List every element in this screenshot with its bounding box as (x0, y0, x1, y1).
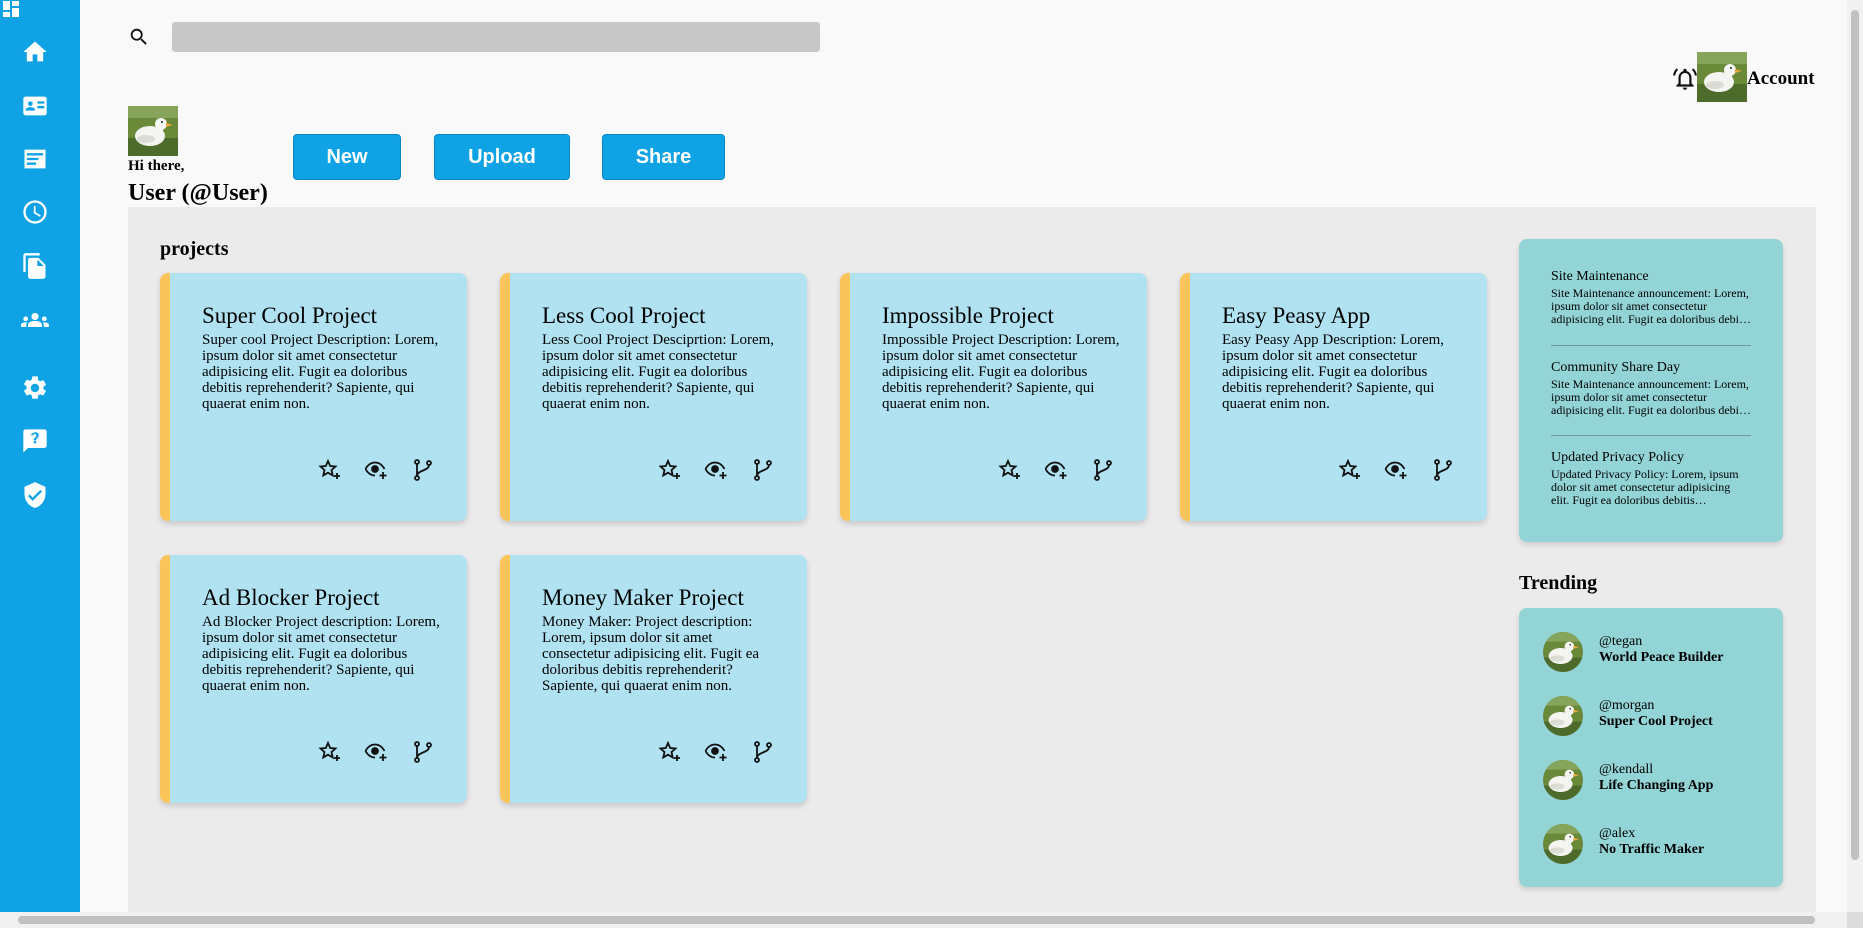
trending-handle: @morgan (1599, 698, 1655, 713)
avatar (1543, 632, 1583, 672)
trending-title: Trending (1519, 572, 1598, 594)
announcement-item[interactable]: Updated Privacy Policy Updated Privacy P… (1551, 450, 1751, 507)
star-add-icon[interactable] (997, 457, 1023, 483)
account-avatar[interactable] (1697, 52, 1747, 102)
project-description: Easy Peasy App Description: Lorem, ipsum… (1222, 332, 1445, 412)
project-title[interactable]: Ad Blocker Project (202, 585, 380, 611)
project-description: Ad Blocker Project description: Lorem, i… (202, 614, 440, 694)
project-description: Super cool Project Description: Lorem, i… (202, 332, 439, 412)
announcement-title: Site Maintenance (1551, 269, 1649, 284)
project-description: Money Maker: Project description: Lorem,… (542, 614, 760, 694)
project-title[interactable]: Money Maker Project (542, 585, 744, 611)
upload-button[interactable]: Upload (434, 134, 570, 180)
documents-icon[interactable] (20, 251, 50, 281)
trending-handle: @kendall (1599, 762, 1654, 777)
watch-add-icon[interactable] (703, 739, 729, 765)
bell-icon[interactable] (1672, 66, 1698, 92)
star-add-icon[interactable] (657, 457, 683, 483)
watch-add-icon[interactable] (1383, 457, 1409, 483)
home-icon[interactable] (20, 37, 50, 67)
project-card[interactable]: Impossible Project Impossible Project Des… (840, 273, 1147, 521)
trending-handle: @tegan (1599, 634, 1643, 649)
announcement-item[interactable]: Site Maintenance Site Maintenance announ… (1551, 269, 1751, 326)
scrollbar-thumb[interactable] (18, 916, 1815, 924)
contact-card-icon[interactable] (20, 91, 50, 121)
watch-add-icon[interactable] (1043, 457, 1069, 483)
star-add-icon[interactable] (317, 739, 343, 765)
trending-item[interactable]: @kendall Life Changing App (1543, 760, 1773, 804)
new-button[interactable]: New (293, 134, 401, 180)
trending-project: World Peace Builder (1599, 650, 1724, 665)
avatar (1543, 824, 1583, 864)
fork-icon[interactable] (750, 457, 776, 483)
fork-icon[interactable] (1090, 457, 1116, 483)
project-title[interactable]: Easy Peasy App (1222, 303, 1370, 329)
search-input[interactable] (172, 22, 820, 52)
trending-item[interactable]: @tegan World Peace Builder (1543, 632, 1773, 676)
share-button[interactable]: Share (602, 134, 725, 180)
trending-item[interactable]: @morgan Super Cool Project (1543, 696, 1773, 740)
sidebar (0, 0, 80, 912)
announcements-panel: Site Maintenance Site Maintenance announ… (1519, 239, 1783, 542)
trending-panel: @tegan World Peace Builder @morgan Super… (1519, 608, 1783, 887)
announcement-title: Community Share Day (1551, 360, 1681, 375)
user-avatar (128, 106, 178, 156)
fork-icon[interactable] (410, 457, 436, 483)
watch-add-icon[interactable] (703, 457, 729, 483)
help-chat-icon[interactable] (20, 426, 50, 456)
trending-project: Life Changing App (1599, 778, 1714, 793)
star-add-icon[interactable] (1337, 457, 1363, 483)
divider (1551, 345, 1751, 346)
projects-section-title: projects (160, 238, 229, 260)
fork-icon[interactable] (1430, 457, 1456, 483)
watch-add-icon[interactable] (363, 739, 389, 765)
greeting-text: Hi there, (128, 158, 185, 174)
scrollbar-corner (1847, 912, 1863, 928)
shield-check-icon[interactable] (20, 480, 50, 510)
divider (1551, 435, 1751, 436)
watch-add-icon[interactable] (363, 457, 389, 483)
gear-icon[interactable] (20, 373, 50, 403)
project-card[interactable]: Super Cool Project Super cool Project Des… (160, 273, 467, 521)
user-name: User (@User) (128, 180, 268, 206)
fork-icon[interactable] (410, 739, 436, 765)
announcement-text: Site Maintenance announcement: Lorem, ip… (1551, 287, 1751, 326)
project-card[interactable]: Money Maker Project Money Maker: Project … (500, 555, 807, 803)
avatar (1543, 760, 1583, 800)
trending-item[interactable]: @alex No Traffic Maker (1543, 824, 1773, 868)
people-icon[interactable] (20, 305, 50, 335)
trending-handle: @alex (1599, 826, 1636, 841)
project-card[interactable]: Easy Peasy App Easy Peasy App Description… (1180, 273, 1487, 521)
project-title[interactable]: Super Cool Project (202, 303, 377, 329)
feed-icon[interactable] (20, 144, 50, 174)
search-icon[interactable] (128, 26, 150, 48)
announcement-title: Updated Privacy Policy (1551, 450, 1684, 465)
star-add-icon[interactable] (657, 739, 683, 765)
star-add-icon[interactable] (317, 457, 343, 483)
project-title[interactable]: Impossible Project (882, 303, 1054, 329)
project-card[interactable]: Less Cool Project Less Cool Project Desci… (500, 273, 807, 521)
project-description: Less Cool Project Desciprtion: Lorem, ip… (542, 332, 775, 412)
trending-project: No Traffic Maker (1599, 842, 1705, 857)
fork-icon[interactable] (750, 739, 776, 765)
scrollbar-thumb[interactable] (1851, 10, 1859, 860)
trending-project: Super Cool Project (1599, 714, 1713, 729)
announcement-text: Updated Privacy Policy: Lorem, ipsum dol… (1551, 468, 1739, 507)
avatar (1543, 696, 1583, 736)
project-description: Impossible Project Description: Lorem, i… (882, 332, 1120, 412)
dashboard-logo-icon[interactable] (3, 1, 21, 19)
history-clock-icon[interactable] (20, 197, 50, 227)
announcement-text: Site Maintenance announcement: Lorem, ip… (1551, 378, 1751, 417)
account-label[interactable]: Account (1747, 68, 1815, 90)
vertical-scrollbar[interactable] (1847, 0, 1863, 912)
horizontal-scrollbar[interactable] (0, 912, 1847, 928)
announcement-item[interactable]: Community Share Day Site Maintenance ann… (1551, 360, 1751, 417)
project-title[interactable]: Less Cool Project (542, 303, 706, 329)
project-card[interactable]: Ad Blocker Project Ad Blocker Project des… (160, 555, 467, 803)
